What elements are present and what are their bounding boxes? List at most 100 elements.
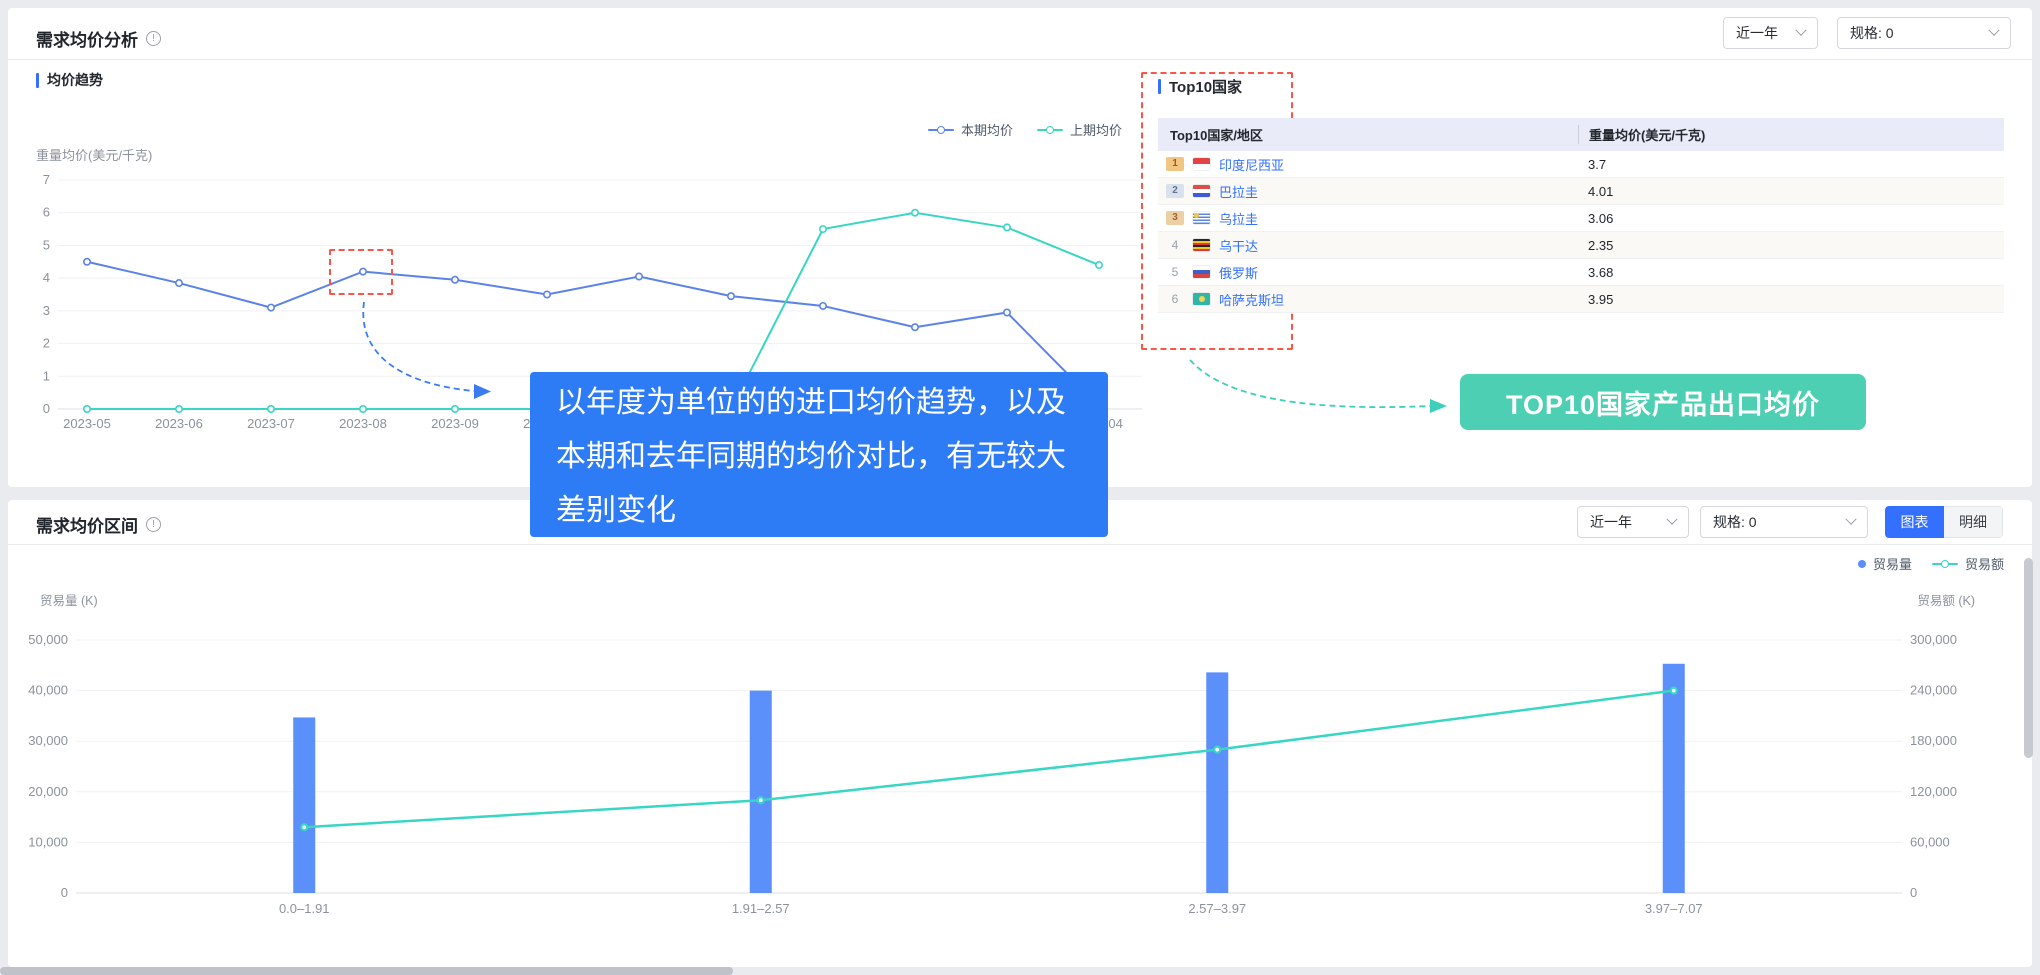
svg-text:重量均价(美元/千克): 重量均价(美元/千克) — [36, 148, 152, 163]
flag-russia-icon — [1193, 266, 1210, 278]
teal-arrowhead-icon — [1430, 399, 1447, 413]
flag-kazakhstan-icon — [1193, 293, 1210, 305]
info-icon[interactable]: ! — [146, 31, 161, 46]
left-axis-label: 贸易量 (K) — [40, 590, 98, 609]
table-row: 3 乌拉圭 3.06 — [1158, 205, 2004, 232]
vertical-scrollbar-thumb[interactable] — [2024, 558, 2033, 758]
price-range-bar-chart: 0010,00060,00020,000120,00030,000180,000… — [8, 500, 2032, 967]
section1-title-row: 需求均价分析 ! — [36, 26, 161, 51]
spec-select-value: 规格: 0 — [1713, 512, 1757, 532]
blue-arrowhead-icon — [474, 384, 491, 399]
section2-period-select[interactable]: 近一年 — [1577, 506, 1689, 538]
svg-text:2: 2 — [43, 336, 50, 351]
rank-number: 4 — [1166, 238, 1184, 252]
legend-label: 贸易额 — [1965, 554, 2004, 573]
legend-item-trade-value[interactable]: 贸易额 — [1932, 554, 2004, 573]
trend-subtitle-row: 均价趋势 — [36, 70, 103, 90]
chart2-legend: 贸易量 贸易额 — [1858, 554, 2004, 573]
section1-period-select[interactable]: 近一年 — [1723, 17, 1818, 49]
detail-view-button[interactable]: 明细 — [1944, 506, 2003, 538]
divider — [8, 59, 2032, 60]
table-header-row: Top10国家/地区 重量均价(美元/千克) — [1158, 118, 2004, 151]
section2-spec-select[interactable]: 规格: 0 — [1700, 506, 1868, 538]
line-marker-icon — [928, 129, 954, 131]
svg-text:180,000: 180,000 — [1910, 733, 1957, 748]
svg-text:3.97–7.07: 3.97–7.07 — [1645, 901, 1703, 916]
spec-select-value: 规格: 0 — [1850, 23, 1894, 43]
divider — [8, 544, 2032, 545]
section2-title: 需求均价区间 — [36, 512, 138, 537]
svg-text:6: 6 — [43, 205, 50, 220]
title-accent-bar — [1158, 79, 1161, 94]
country-link[interactable]: 乌干达 — [1219, 236, 1258, 255]
line-marker-icon — [1932, 563, 1958, 565]
flag-indonesia-icon — [1193, 158, 1210, 170]
chevron-down-icon — [1795, 25, 1806, 36]
period-select-value: 近一年 — [1736, 23, 1778, 43]
svg-text:2023-06: 2023-06 — [155, 416, 203, 431]
svg-text:0: 0 — [61, 885, 68, 900]
country-link[interactable]: 哈萨克斯坦 — [1219, 290, 1284, 309]
top10-title-row: Top10国家 — [1158, 76, 1242, 97]
svg-text:240,000: 240,000 — [1910, 683, 1957, 698]
country-link[interactable]: 乌拉圭 — [1219, 209, 1258, 228]
line-marker-icon — [1037, 129, 1063, 131]
rank-badge: 3 — [1166, 211, 1184, 225]
dot-marker-icon — [1858, 560, 1866, 568]
chevron-down-icon — [1845, 514, 1856, 525]
svg-text:2023-07: 2023-07 — [247, 416, 295, 431]
flag-uganda-icon — [1193, 239, 1210, 251]
right-axis-label: 贸易额 (K) — [1917, 590, 1975, 609]
svg-text:1: 1 — [43, 368, 50, 383]
legend-item-previous-period[interactable]: 上期均价 — [1037, 120, 1122, 139]
demand-price-range-card: 需求均价区间 ! 近一年 规格: 0 图表 明细 贸易量 贸易额 贸易量 ( — [8, 500, 2032, 967]
svg-text:5: 5 — [43, 237, 50, 252]
green-annotation-note: TOP10国家产品出口均价 — [1460, 374, 1866, 430]
blue-annotation-arrow — [363, 302, 474, 391]
flag-uruguay-icon — [1193, 212, 1210, 224]
country-link[interactable]: 俄罗斯 — [1219, 263, 1258, 282]
top10-title: Top10国家 — [1169, 76, 1242, 97]
section1-spec-select[interactable]: 规格: 0 — [1837, 17, 2011, 49]
table-row: 1 印度尼西亚 3.7 — [1158, 151, 2004, 178]
section1-title: 需求均价分析 — [36, 26, 138, 51]
rank-number: 5 — [1166, 265, 1184, 279]
table-row: 5 俄罗斯 3.68 — [1158, 259, 2004, 286]
title-accent-bar — [36, 73, 39, 88]
table-cell-value: 3.7 — [1578, 157, 2004, 172]
period-select-value: 近一年 — [1590, 512, 1632, 532]
country-link[interactable]: 印度尼西亚 — [1219, 155, 1284, 174]
trend-subtitle: 均价趋势 — [47, 70, 103, 90]
rank-badge: 1 — [1166, 157, 1184, 171]
rank-number: 6 — [1166, 292, 1184, 306]
svg-text:0.0–1.91: 0.0–1.91 — [279, 901, 330, 916]
svg-text:60,000: 60,000 — [1910, 834, 1950, 849]
svg-text:2023-09: 2023-09 — [431, 416, 479, 431]
legend-item-current-period[interactable]: 本期均价 — [928, 120, 1013, 139]
svg-text:10,000: 10,000 — [28, 834, 68, 849]
svg-text:20,000: 20,000 — [28, 784, 68, 799]
flag-paraguay-icon — [1193, 185, 1210, 197]
svg-text:300,000: 300,000 — [1910, 632, 1957, 647]
svg-text:2023-08: 2023-08 — [339, 416, 387, 431]
svg-text:40,000: 40,000 — [28, 683, 68, 698]
table-row: 6 哈萨克斯坦 3.95 — [1158, 286, 2004, 313]
legend-label: 上期均价 — [1070, 120, 1122, 139]
legend-label: 本期均价 — [961, 120, 1013, 139]
table-row: 2 巴拉圭 4.01 — [1158, 178, 2004, 205]
horizontal-scrollbar-thumb[interactable] — [0, 967, 733, 975]
chevron-down-icon — [1666, 514, 1677, 525]
legend-item-trade-volume[interactable]: 贸易量 — [1858, 554, 1912, 573]
highlight-box-2023-08 — [329, 249, 393, 295]
svg-text:7: 7 — [43, 172, 50, 187]
chart1-legend: 本期均价 上期均价 — [928, 120, 1122, 139]
svg-text:0: 0 — [1910, 885, 1917, 900]
chart-view-button[interactable]: 图表 — [1885, 506, 1944, 538]
country-link[interactable]: 巴拉圭 — [1219, 182, 1258, 201]
teal-annotation-arrow — [1190, 360, 1430, 407]
table-cell-value: 3.06 — [1578, 211, 2004, 226]
column-header-avg-price: 重量均价(美元/千克) — [1578, 125, 2004, 144]
chevron-down-icon — [1988, 25, 1999, 36]
dashboard-page: 需求均价分析 ! 近一年 规格: 0 均价趋势 本期均价 上期均价 — [0, 0, 2040, 975]
info-icon[interactable]: ! — [146, 517, 161, 532]
